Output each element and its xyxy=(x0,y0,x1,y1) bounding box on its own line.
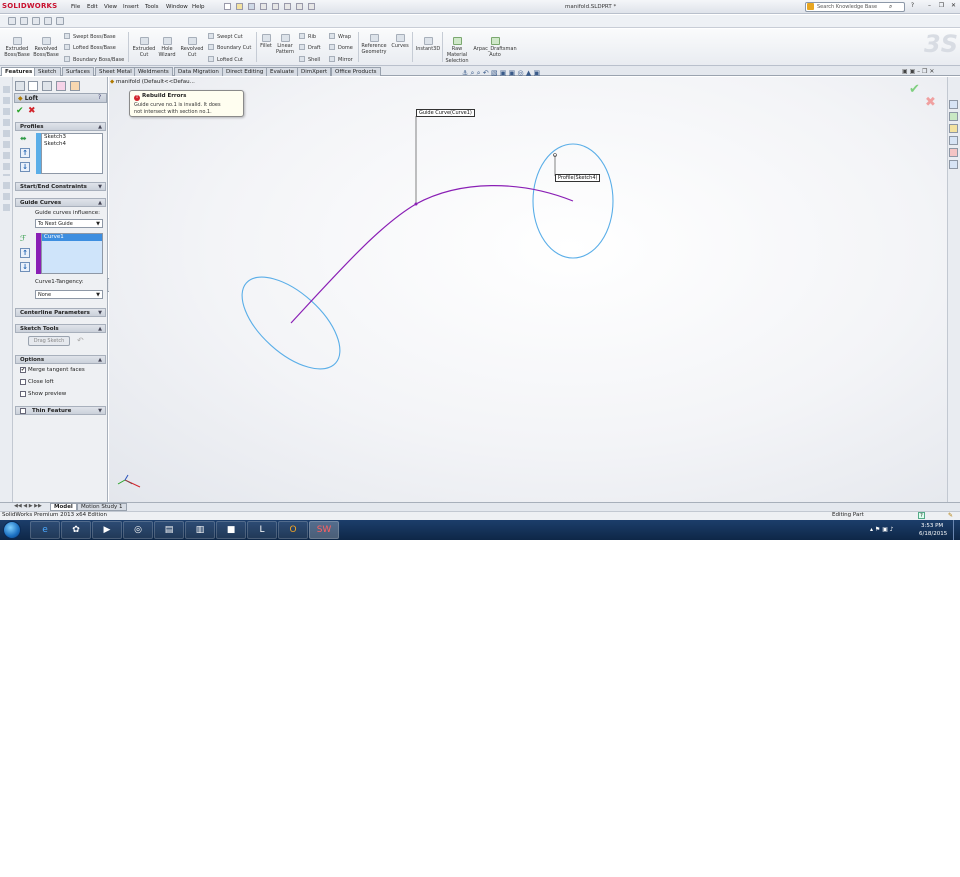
tab-motion-study-1[interactable]: Motion Study 1 xyxy=(77,503,127,511)
lync-icon[interactable]: L xyxy=(247,521,277,539)
zoom-to-fit-icon[interactable]: ⚓ xyxy=(462,69,468,77)
document-viewer-icon[interactable]: ▥ xyxy=(185,521,215,539)
file-explorer-taskbar-icon[interactable]: ▤ xyxy=(154,521,184,539)
display-style-icon[interactable]: ▣ xyxy=(509,69,516,77)
error-message: Guide curve no.1 is invalid. It does not … xyxy=(134,102,221,115)
status-bar xyxy=(0,511,960,520)
clock-time[interactable]: 3:53 PM xyxy=(921,523,943,529)
guide-curve-path[interactable] xyxy=(290,185,574,324)
profile-callout[interactable]: Profile(Sketch4) xyxy=(555,174,601,182)
chrome-icon[interactable]: ◎ xyxy=(123,521,153,539)
folder-icon[interactable]: ■ xyxy=(216,521,246,539)
confirm-corner-ok-icon[interactable]: ✔ xyxy=(909,82,920,97)
show-desktop-button[interactable] xyxy=(953,520,960,540)
triad-axes-icon xyxy=(117,474,141,488)
outlook-icon[interactable]: O xyxy=(278,521,308,539)
clock-date[interactable]: 6/18/2015 xyxy=(919,531,947,537)
status-rebuild-icon[interactable]: ✎ xyxy=(948,512,953,519)
view-orientation-icon[interactable]: ▣ xyxy=(500,69,507,77)
internet-explorer-icon[interactable]: e xyxy=(30,521,60,539)
previous-view-icon[interactable]: ↶ xyxy=(483,69,489,77)
zoom-in-icon[interactable]: ⌕ xyxy=(477,69,481,77)
status-mode-text: Editing Part xyxy=(832,512,864,518)
solidworks-taskbar-icon[interactable]: SW xyxy=(309,521,339,539)
sketch-geometry xyxy=(117,116,614,488)
status-help-icon[interactable]: ? xyxy=(918,512,925,519)
scene-icon[interactable]: ▣ xyxy=(533,69,540,77)
confirm-corner-cancel-icon[interactable]: ✖ xyxy=(925,95,936,110)
hide-show-icon[interactable]: ◎ xyxy=(518,69,524,77)
guide-curve-callout[interactable]: Guide Curve(Curve1) xyxy=(416,109,475,117)
paint-icon[interactable]: ✿ xyxy=(61,521,91,539)
sw-resources-icon[interactable] xyxy=(949,100,958,109)
error-icon: ! xyxy=(134,95,140,101)
appearances-icon[interactable] xyxy=(949,148,958,157)
error-title: ! Rebuild Errors xyxy=(134,93,187,101)
system-tray-icons[interactable]: ▴ ⚑ ▣ ♪ xyxy=(870,526,894,533)
custom-properties-icon[interactable] xyxy=(949,160,958,169)
section-view-icon[interactable]: ▧ xyxy=(491,69,498,77)
rebuild-errors-tooltip: ! Rebuild Errors Guide curve no.1 is inva… xyxy=(129,90,244,117)
file-explorer-icon[interactable] xyxy=(949,124,958,133)
status-edition-text: SolidWorks Premium 2013 x64 Edition xyxy=(2,512,107,518)
heads-up-view-toolbar[interactable]: ⚓ ⌕ ⌕ ↶ ▧ ▣ ▣ ◎ ▲ ▣ xyxy=(462,69,540,78)
windows-start-icon[interactable] xyxy=(3,521,21,539)
appearance-icon[interactable]: ▲ xyxy=(526,69,531,77)
tab-scroll-arrows-icon[interactable]: ◀◀ ◀ ▶ ▶▶ xyxy=(14,503,42,509)
tab-model[interactable]: Model xyxy=(50,503,77,511)
design-library-icon[interactable] xyxy=(949,112,958,121)
guide-curve-point[interactable] xyxy=(414,202,418,206)
zoom-area-icon[interactable]: ⌕ xyxy=(471,69,475,77)
view-palette-icon[interactable] xyxy=(949,136,958,145)
model-tabs-bar xyxy=(0,502,960,511)
media-player-icon[interactable]: ▶ xyxy=(92,521,122,539)
